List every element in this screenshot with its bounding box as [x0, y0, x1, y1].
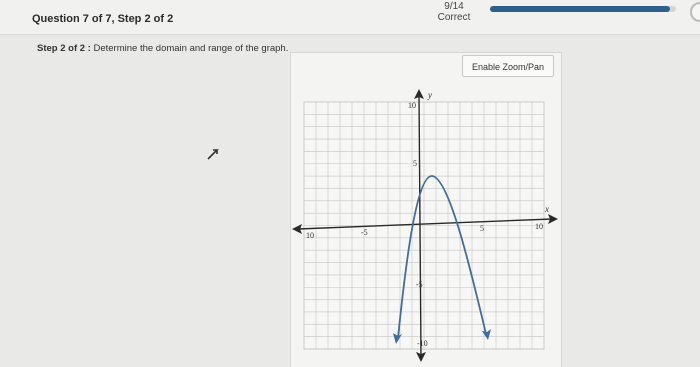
x-tick-label-neg5: -5 [361, 228, 368, 237]
y-tick-label-pos5: 5 [413, 159, 417, 168]
y-tick-label-neg5: -5 [416, 280, 423, 289]
x-tick-label-pos10: 10 [535, 222, 543, 231]
y-tick-label-pos10: 10 [408, 101, 416, 110]
y-axis-label: y [427, 90, 432, 100]
grid-lines [304, 102, 544, 349]
coordinate-graph[interactable]: 10 -5 5 10 10 5 -5 -10 x y [0, 0, 700, 366]
x-tick-label-neg10: 10 [306, 231, 314, 240]
y-tick-label-neg10: -10 [417, 339, 428, 348]
x-tick-label-pos5: 5 [480, 224, 484, 233]
x-axis-label: x [544, 204, 549, 214]
